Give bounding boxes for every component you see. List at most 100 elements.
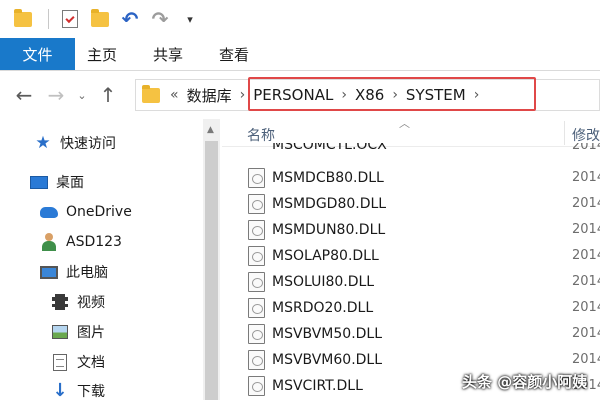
toolbar-divider — [48, 9, 49, 29]
nav-item-label: OneDrive — [66, 204, 132, 220]
file-row[interactable]: MSRDO20.DLL 2014 — [222, 295, 600, 320]
chevron-down-icon: ⌄ — [77, 88, 87, 102]
ribbon-tabs: 文件 主页 共享 查看 — [0, 38, 600, 71]
dll-file-icon — [248, 323, 265, 344]
this-pc-icon — [40, 263, 58, 281]
breadcrumb-x86[interactable]: X86 — [355, 86, 384, 104]
dll-file-icon — [248, 245, 265, 266]
tab-home[interactable]: 主页 — [75, 38, 135, 70]
nav-item-documents[interactable]: 文档 — [51, 352, 105, 372]
breadcrumb-separator-icon[interactable]: › — [392, 87, 398, 103]
desktop-icon — [30, 173, 48, 191]
star-icon: ★ — [35, 132, 51, 153]
nav-item-downloads[interactable]: ↓ 下载 — [51, 381, 105, 400]
nav-item-user[interactable]: ASD123 — [40, 233, 122, 251]
file-name: MSOLUI80.DLL — [272, 273, 375, 290]
file-name: MSVBVM50.DLL — [272, 325, 383, 342]
file-name: MSRDO20.DLL — [272, 299, 374, 316]
file-name: MSMDCB80.DLL — [272, 169, 384, 186]
tab-share[interactable]: 共享 — [135, 38, 201, 70]
nav-item-label: 文档 — [77, 355, 105, 371]
pictures-icon — [51, 323, 69, 341]
nav-item-desktop[interactable]: 桌面 — [30, 172, 84, 192]
file-name: MSVBVM60.DLL — [272, 351, 383, 368]
nav-item-onedrive[interactable]: OneDrive — [40, 203, 132, 221]
properties-icon[interactable] — [57, 6, 83, 32]
sort-ascending-icon: ︿ — [399, 117, 410, 130]
breadcrumb-database[interactable]: 数据库 — [187, 85, 232, 106]
nav-item-label: 视频 — [77, 295, 105, 311]
file-name: MSVCIRT.DLL — [272, 377, 363, 394]
file-date: 2014 — [572, 222, 600, 237]
scroll-up-icon[interactable]: ▲ — [207, 125, 214, 135]
file-date: 2014 — [572, 352, 600, 367]
watermark: 头条 @容颜小阿姨 — [462, 373, 588, 391]
recent-locations-button[interactable]: ⌄ — [72, 89, 92, 102]
navigation-pane: ★ 快速访问 桌面 OneDrive ASD123 此电脑 视频 图片 文档 ↓… — [0, 119, 222, 400]
overflow-chevron-icon[interactable]: « — [170, 87, 179, 103]
file-row[interactable]: MSMDUN80.DLL 2014 — [222, 217, 600, 242]
folder-icon[interactable] — [10, 6, 36, 32]
dll-file-icon — [248, 375, 265, 396]
file-date: 2014 — [572, 326, 600, 341]
dll-file-icon — [248, 297, 265, 318]
breadcrumb-system[interactable]: SYSTEM — [406, 86, 466, 104]
forward-arrow-icon: → — [47, 83, 65, 107]
dll-file-icon — [248, 271, 265, 292]
up-button[interactable]: ↑ — [92, 79, 124, 111]
quick-access-toolbar: ↶ ↷ ▾ — [0, 0, 600, 38]
back-arrow-icon: ← — [15, 83, 33, 107]
file-row[interactable]: MSOLUI80.DLL 2014 — [222, 269, 600, 294]
column-header-modified[interactable]: 修改 — [572, 125, 600, 145]
file-date: 2014 — [572, 143, 600, 153]
file-name: MSCOMCTL.OCX — [272, 143, 387, 153]
tab-view[interactable]: 查看 — [201, 38, 267, 70]
file-name: MSMDUN80.DLL — [272, 221, 386, 238]
file-date: 2014 — [572, 196, 600, 211]
up-arrow-icon: ↑ — [99, 83, 117, 107]
file-row[interactable]: MSMDCB80.DLL 2014 — [222, 165, 600, 190]
file-row[interactable]: MSVBVM60.DLL 2014 — [222, 347, 600, 372]
navigation-bar: ← → ⌄ ↑ « 数据库 › PERSONAL › X86 › SYSTEM … — [0, 71, 600, 119]
new-folder-icon[interactable] — [87, 6, 113, 32]
user-icon — [40, 233, 58, 251]
file-row[interactable]: MSCOMCTL.OCX 2014 — [222, 143, 600, 157]
breadcrumb-personal[interactable]: PERSONAL — [253, 86, 333, 104]
forward-button[interactable]: → — [40, 79, 72, 111]
dll-file-icon — [248, 193, 265, 214]
onedrive-icon — [40, 203, 58, 221]
file-row[interactable]: MSVBVM50.DLL 2014 — [222, 321, 600, 346]
file-row[interactable]: MSOLAP80.DLL 2014 — [222, 243, 600, 268]
dll-file-icon — [248, 349, 265, 370]
file-date: 2014 — [572, 248, 600, 263]
nav-item-label: ASD123 — [66, 234, 122, 250]
file-row[interactable]: MSMDGD80.DLL 2014 — [222, 191, 600, 216]
chevron-down-icon: ▾ — [187, 12, 193, 26]
nav-item-quick-access[interactable]: ★ 快速访问 — [34, 133, 116, 153]
breadcrumb-separator-icon[interactable]: › — [474, 87, 480, 103]
dll-file-icon — [248, 219, 265, 240]
nav-item-this-pc[interactable]: 此电脑 — [40, 262, 108, 282]
nav-item-label: 此电脑 — [66, 265, 108, 281]
documents-icon — [51, 353, 69, 371]
folder-icon — [142, 84, 160, 103]
dll-file-icon — [248, 167, 265, 188]
nav-item-label: 桌面 — [56, 175, 84, 191]
download-icon: ↓ — [52, 380, 68, 400]
redo-icon[interactable]: ↷ — [147, 6, 173, 32]
undo-icon[interactable]: ↶ — [117, 6, 143, 32]
column-header-name[interactable]: 名称 — [247, 125, 275, 145]
nav-item-videos[interactable]: 视频 — [51, 292, 105, 312]
nav-item-label: 图片 — [77, 325, 105, 341]
file-name: MSMDGD80.DLL — [272, 195, 387, 212]
breadcrumb-separator-icon[interactable]: › — [341, 87, 347, 103]
scrollbar-thumb[interactable] — [205, 141, 218, 400]
column-divider[interactable] — [564, 121, 565, 145]
tab-file[interactable]: 文件 — [0, 38, 75, 70]
navigation-pane-scrollbar[interactable]: ▲ — [203, 119, 220, 400]
breadcrumb-separator-icon[interactable]: › — [240, 87, 246, 103]
nav-item-pictures[interactable]: 图片 — [51, 322, 105, 342]
customize-toolbar-dropdown[interactable]: ▾ — [177, 6, 203, 32]
address-bar[interactable]: « 数据库 › PERSONAL › X86 › SYSTEM › — [135, 79, 600, 111]
back-button[interactable]: ← — [8, 79, 40, 111]
